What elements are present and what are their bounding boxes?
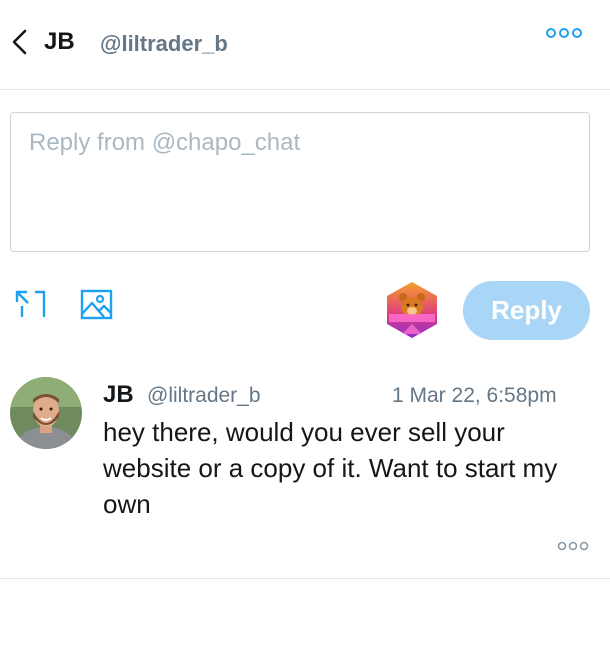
avatar-photo [10,377,82,449]
message-sender-name: JB [103,381,134,408]
account-switcher[interactable] [382,280,442,340]
expand-composer-button[interactable] [14,288,48,322]
back-button[interactable] [8,28,32,56]
reply-button[interactable]: Reply [463,281,590,340]
conversation-handle: @liltrader_b [100,31,228,56]
expand-icon [15,290,46,317]
image-icon [80,289,113,320]
reply-input[interactable] [10,112,590,252]
message-timestamp: 1 Mar 22, 6:58pm [392,384,557,407]
message-text: hey there, would you ever sell your webs… [103,417,558,519]
more-dots-icon [557,541,589,551]
message-more-button[interactable] [556,539,590,551]
chevron-left-icon [12,29,27,55]
more-dots-icon [546,28,582,38]
bear-logo-icon [387,282,437,338]
avatar[interactable] [10,377,82,449]
add-image-button[interactable] [80,288,114,322]
conversation-header: JB @liltrader_b [0,0,610,90]
conversation-name: JB [44,28,75,55]
more-options-button[interactable] [544,26,584,40]
message-sender-handle: @liltrader_b [147,384,261,407]
message-divider [0,578,610,579]
